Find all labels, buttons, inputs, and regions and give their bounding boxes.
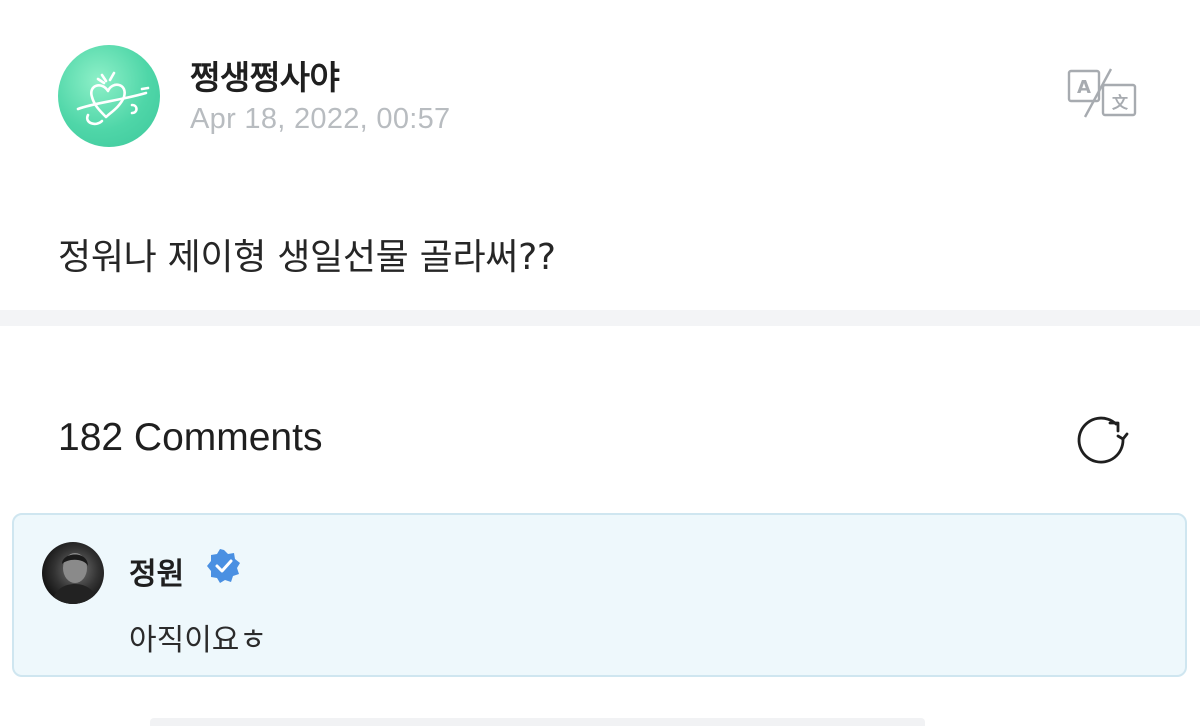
verified-badge-icon [207,549,241,583]
highlighted-comment[interactable]: 정원 아직이요ㅎ [12,513,1187,677]
refresh-button[interactable] [1072,410,1132,470]
author-avatar[interactable] [58,45,160,147]
post-timestamp: Apr 18, 2022, 00:57 [190,103,451,135]
commenter-avatar[interactable] [42,542,104,604]
doodle-logo-icon [76,71,150,126]
comments-count-heading: 182 Comments [58,416,323,459]
portrait-photo-icon [52,553,98,604]
translate-button[interactable]: A 文 [1067,67,1139,119]
post-content: 정워나 제이형 생일선물 골라써?? [58,237,556,278]
author-name[interactable]: 쩡생쩡사야 [190,51,340,99]
refresh-icon [1077,416,1129,464]
commenter-name[interactable]: 정원 [129,549,184,593]
comment-text: 아직이요ㅎ [129,623,267,658]
svg-text:A: A [1077,77,1091,98]
translate-icon: A 文 [1067,68,1137,118]
svg-text:文: 文 [1112,93,1129,112]
next-comment-edge [150,718,925,726]
section-divider [0,310,1200,326]
post-screen: 쩡생쩡사야 Apr 18, 2022, 00:57 A 文 정워나 제이형 생일… [0,0,1200,726]
post-header: 쩡생쩡사야 Apr 18, 2022, 00:57 A 文 [58,45,1148,149]
